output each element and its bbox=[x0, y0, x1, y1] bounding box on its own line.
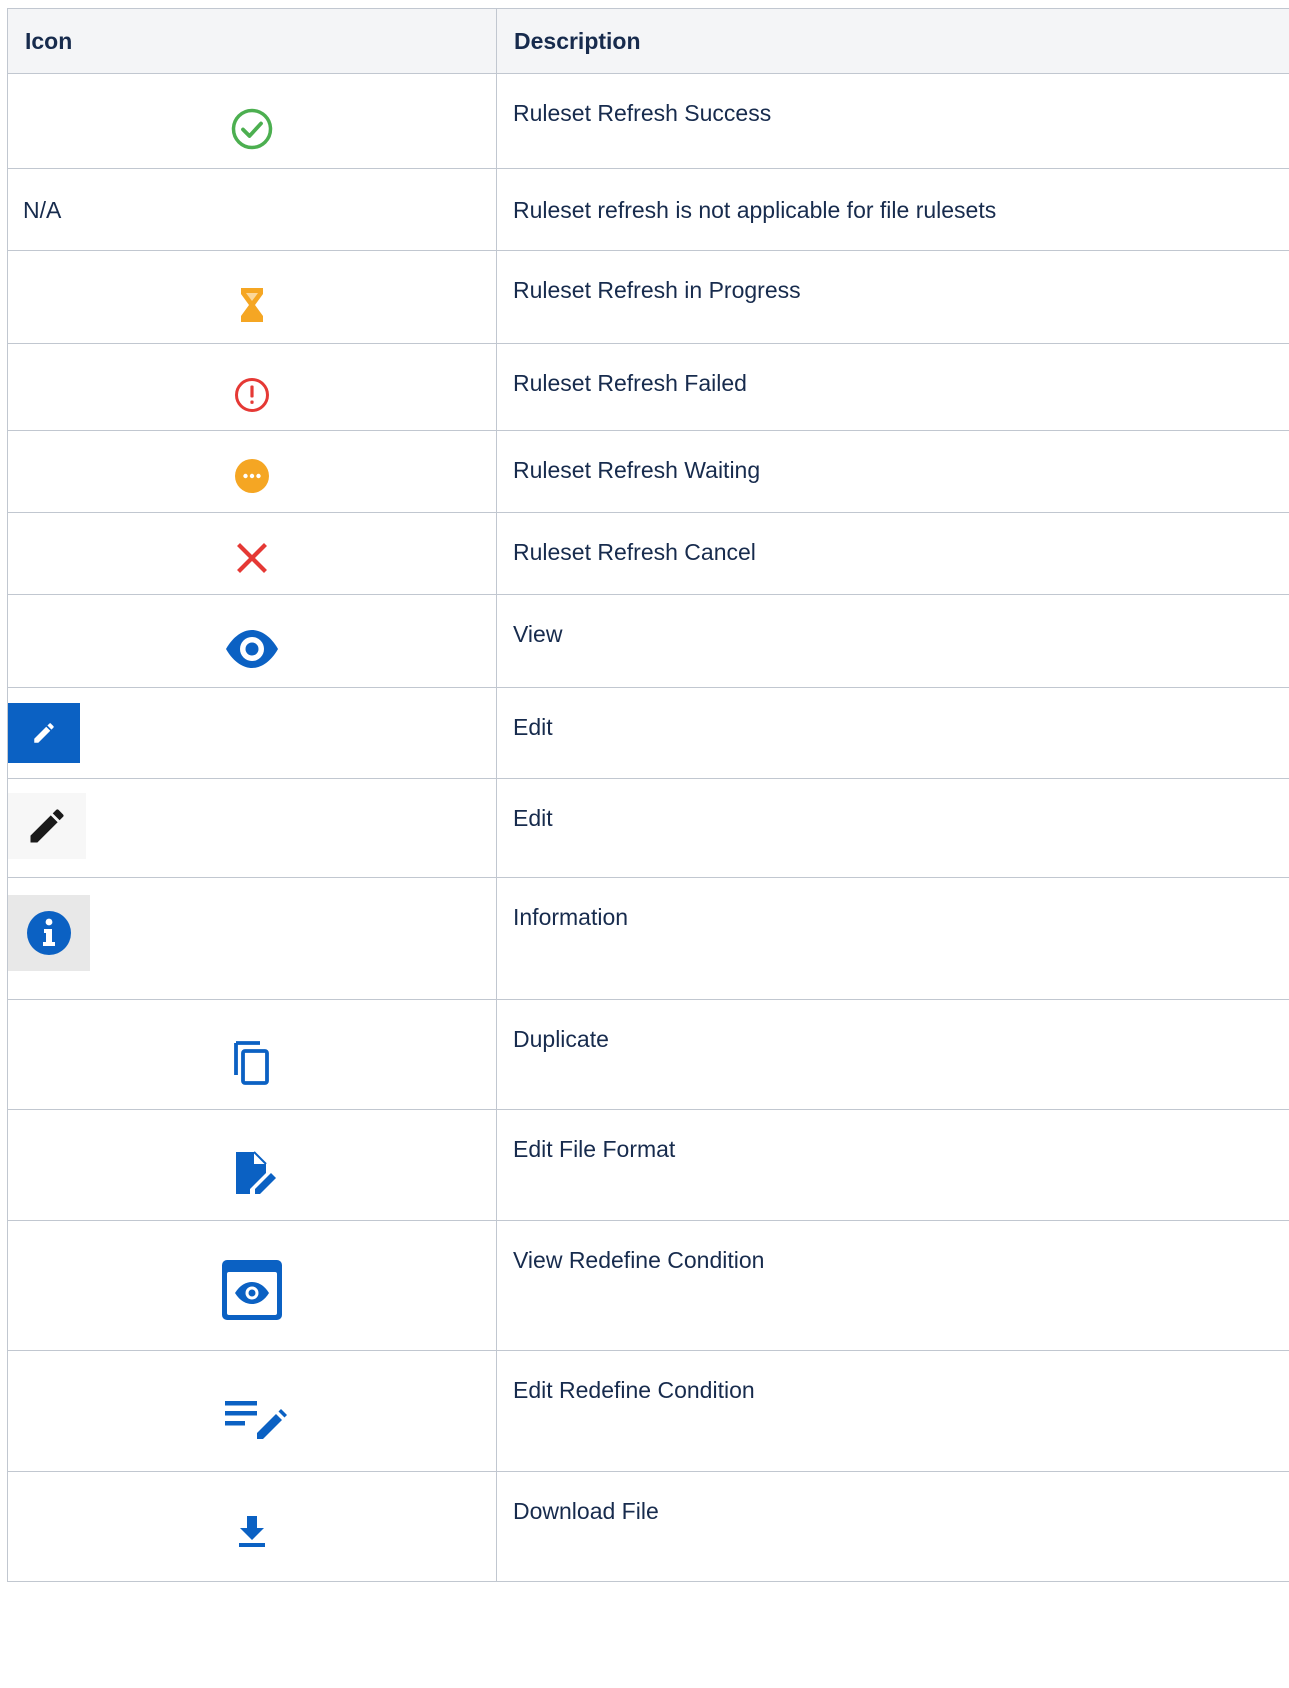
icon-cell bbox=[7, 250, 497, 344]
edit-file-icon bbox=[232, 1149, 280, 1197]
description-cell: Edit bbox=[496, 687, 1289, 779]
table-row: Download File bbox=[7, 1471, 1289, 1582]
icon-column-header: Icon bbox=[7, 8, 497, 74]
table-row: Edit bbox=[7, 687, 1289, 779]
table-row: Ruleset Refresh Failed bbox=[7, 343, 1289, 431]
description-cell: View Redefine Condition bbox=[496, 1220, 1289, 1351]
table-row: Edit File Format bbox=[7, 1109, 1289, 1221]
icon-cell bbox=[7, 1109, 497, 1221]
table-row: Ruleset Refresh in Progress bbox=[7, 250, 1289, 344]
waiting-dots-icon bbox=[233, 457, 271, 495]
cancel-x-icon bbox=[235, 541, 269, 575]
description-column-header: Description bbox=[496, 8, 1289, 74]
view-window-icon bbox=[221, 1259, 283, 1321]
icon-cell: N/A bbox=[7, 168, 497, 251]
description-cell: Ruleset Refresh Failed bbox=[496, 343, 1289, 431]
icon-cell bbox=[7, 1350, 497, 1472]
table-row: Ruleset Refresh Waiting bbox=[7, 430, 1289, 513]
description-cell: Ruleset Refresh Success bbox=[496, 73, 1289, 169]
table-row: View bbox=[7, 594, 1289, 688]
hourglass-icon bbox=[239, 287, 265, 323]
description-cell: Edit Redefine Condition bbox=[496, 1350, 1289, 1472]
table-header-row: Icon Description bbox=[7, 8, 1289, 74]
icon-cell bbox=[7, 1220, 497, 1351]
pencil-icon bbox=[8, 793, 86, 859]
table-row: Edit Redefine Condition bbox=[7, 1350, 1289, 1472]
description-cell: Edit File Format bbox=[496, 1109, 1289, 1221]
icon-cell bbox=[7, 594, 497, 688]
description-cell: Ruleset refresh is not applicable for fi… bbox=[496, 168, 1289, 251]
description-cell: Information bbox=[496, 877, 1289, 1000]
description-cell: View bbox=[496, 594, 1289, 688]
table-row: Ruleset Refresh Success bbox=[7, 73, 1289, 169]
icon-cell bbox=[7, 999, 497, 1110]
icon-cell bbox=[7, 877, 497, 1000]
error-circle-icon bbox=[233, 376, 271, 414]
icon-cell bbox=[7, 687, 497, 779]
description-cell: Ruleset Refresh Cancel bbox=[496, 512, 1289, 595]
description-cell: Ruleset Refresh in Progress bbox=[496, 250, 1289, 344]
table-row: Edit bbox=[7, 778, 1289, 878]
table-row: View Redefine Condition bbox=[7, 1220, 1289, 1351]
icon-cell bbox=[7, 1471, 497, 1582]
description-cell: Edit bbox=[496, 778, 1289, 878]
icon-cell bbox=[7, 73, 497, 169]
eye-icon bbox=[224, 629, 280, 669]
duplicate-icon bbox=[230, 1039, 274, 1087]
icon-cell bbox=[7, 512, 497, 595]
icon-cell bbox=[7, 778, 497, 878]
info-icon bbox=[8, 894, 90, 971]
edit-lines-icon bbox=[223, 1393, 289, 1445]
table-row: Information bbox=[7, 877, 1289, 1000]
description-cell: Duplicate bbox=[496, 999, 1289, 1110]
description-cell: Ruleset Refresh Waiting bbox=[496, 430, 1289, 513]
icon-cell bbox=[7, 343, 497, 431]
table-row: Duplicate bbox=[7, 999, 1289, 1110]
icon-cell bbox=[7, 430, 497, 513]
description-cell: Download File bbox=[496, 1471, 1289, 1582]
pencil-blue-button-icon bbox=[8, 703, 80, 763]
check-circle-icon bbox=[230, 107, 274, 151]
icon-description-table: Icon Description Ruleset Refresh Success… bbox=[7, 8, 1289, 1582]
download-icon bbox=[236, 1514, 268, 1548]
table-row: N/A Ruleset refresh is not applicable fo… bbox=[7, 168, 1289, 251]
table-row: Ruleset Refresh Cancel bbox=[7, 512, 1289, 595]
